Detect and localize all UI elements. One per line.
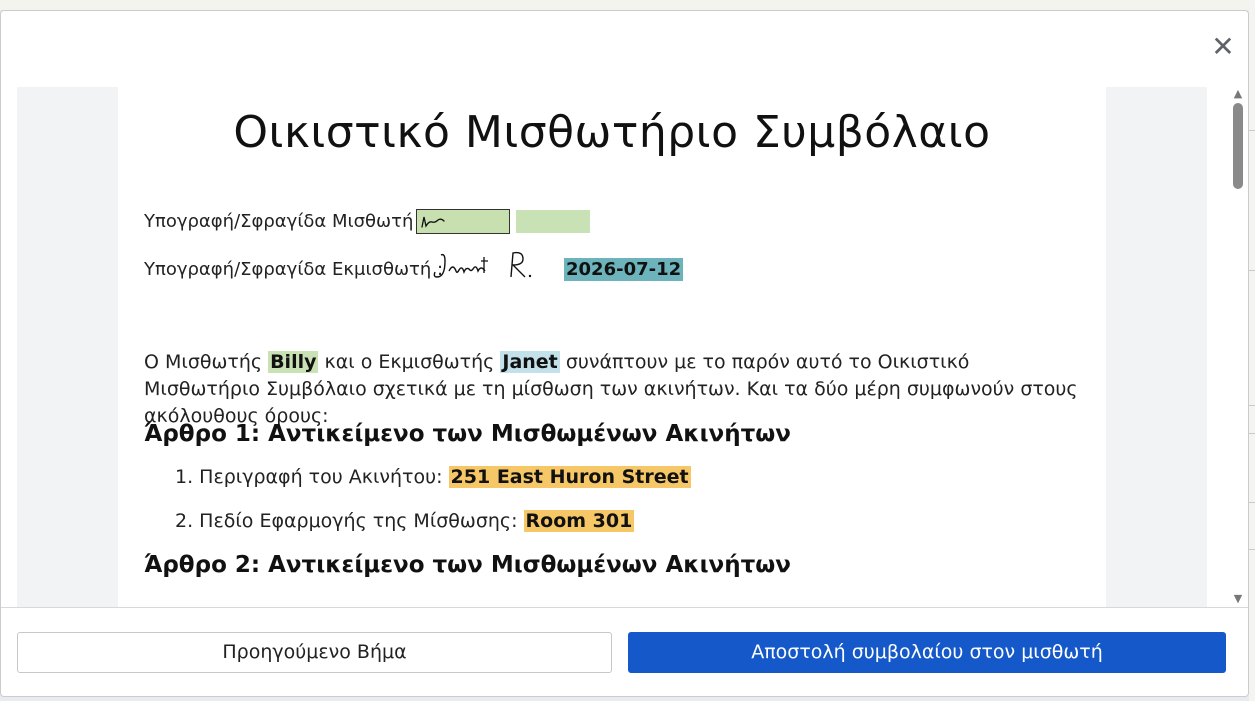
landlord-signature-label: Υπογραφή/Σφραγίδα Εκμισθωτή :: [144, 259, 444, 280]
article-1-item: 2. Πεδίο Εφαρμογής της Μίσθωσης: Room 30…: [175, 510, 635, 532]
scroll-down-icon[interactable]: ▼: [1231, 592, 1245, 606]
scrollbar-thumb[interactable]: [1233, 103, 1243, 189]
document-title: Οικιστικό Μισθωτήριο Συμβόλαιο: [233, 107, 991, 158]
vertical-scrollbar[interactable]: ▲ ▼: [1231, 87, 1245, 607]
close-icon[interactable]: ✕: [1208, 32, 1238, 62]
item-label: 1. Περιγραφή του Ακινήτου:: [175, 466, 443, 488]
send-contract-button[interactable]: Αποστολή συμβολαίου στον μισθωτή: [628, 632, 1226, 673]
background-window-strip: [0, 0, 1255, 10]
document-viewer[interactable]: Οικιστικό Μισθωτήριο Συμβόλαιο Υπογραφή/…: [17, 87, 1207, 607]
tenant-date-field[interactable]: [516, 210, 590, 233]
landlord-name: Janet: [500, 351, 560, 373]
contract-dialog: ✕ Οικιστικό Μισθωτήριο Συμβόλαιο Υπογραφ…: [0, 10, 1249, 697]
article-1-item: 1. Περιγραφή του Ακινήτου: 251 East Huro…: [175, 466, 691, 488]
intro-text: και ο Εκμισθωτής: [324, 351, 495, 373]
tenant-signature-label: Υπογραφή/Σφραγίδα Μισθωτή :: [144, 211, 426, 232]
landlord-signature-image: [431, 247, 541, 291]
document-page: Οικιστικό Μισθωτήριο Συμβόλαιο Υπογραφή/…: [118, 87, 1106, 607]
signature-mark-icon: [421, 216, 445, 228]
footer-divider: [1, 607, 1248, 608]
previous-step-button[interactable]: Προηγούμενο Βήμα: [17, 632, 612, 673]
tenant-name: Billy: [268, 351, 319, 373]
article-1-heading: Άρθρο 1: Αντικείμενο των Μισθωμένων Ακιν…: [144, 421, 791, 447]
scroll-up-icon[interactable]: ▲: [1231, 87, 1245, 101]
lease-scope-value: Room 301: [523, 510, 635, 532]
tenant-signature-field[interactable]: [416, 209, 510, 234]
item-label: 2. Πεδίο Εφαρμογής της Μίσθωσης:: [175, 510, 518, 532]
landlord-sign-date: 2026-07-12: [564, 258, 684, 281]
intro-paragraph: Ο Μισθωτής Billy και ο Εκμισθωτής Janet …: [144, 349, 1084, 430]
background-window-edge: [1249, 0, 1255, 701]
intro-text: Ο Μισθωτής: [144, 351, 263, 373]
property-description-value: 251 East Huron Street: [448, 466, 691, 488]
article-2-heading: Άρθρο 2: Αντικείμενο των Μισθωμένων Ακιν…: [144, 552, 791, 578]
